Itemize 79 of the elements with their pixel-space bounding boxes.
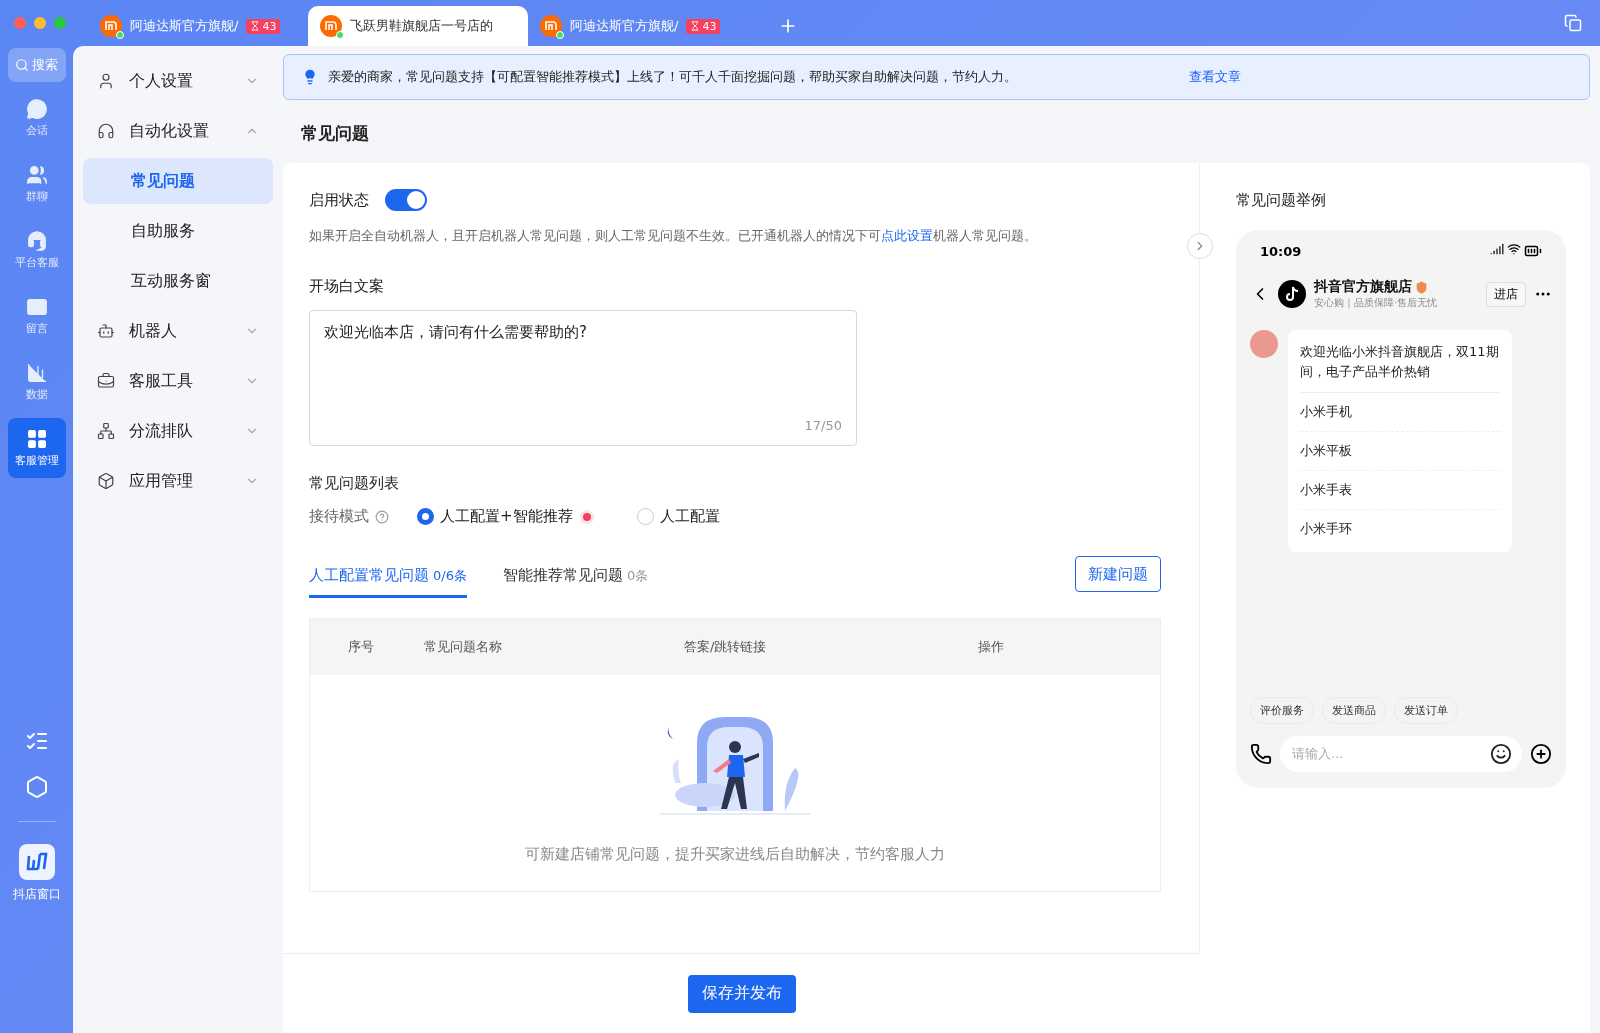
question-option[interactable]: 小米手环 [1300, 510, 1500, 548]
unread-badge: 43 [686, 18, 721, 34]
hierarchy-icon [97, 422, 115, 440]
mode-radio[interactable]: 人工配置+智能推荐 [417, 507, 591, 526]
store-name: 抖音官方旗舰店 [1314, 278, 1412, 296]
column-header: 常见问题名称 [424, 638, 503, 656]
window-icon[interactable] [1564, 14, 1582, 32]
column-header: 操作 [978, 638, 1005, 656]
app-label: 抖店窗口 [12, 886, 61, 903]
empty-text: 可新建店铺常见问题，提升买家进线后自助解决，节约客服人力 [525, 844, 945, 864]
menu-item[interactable]: 分流排队 [83, 406, 273, 456]
enable-label: 启用状态 [309, 190, 369, 210]
submenu-item[interactable]: 常见问题 [83, 158, 273, 204]
headphones-icon [97, 122, 115, 140]
question-option[interactable]: 小米手机 [1300, 393, 1500, 432]
view-article-link[interactable]: 查看文章 [1189, 68, 1241, 86]
section-title: 开场白文案 [309, 277, 385, 296]
chat-bubble-icon [25, 98, 48, 120]
menu-item[interactable]: 应用管理 [83, 456, 273, 506]
settings-link[interactable]: 点此设置 [881, 228, 933, 243]
new-question-button[interactable]: 新建问题 [1075, 556, 1161, 592]
question-option[interactable]: 小米平板 [1300, 432, 1500, 471]
shield-icon [1415, 280, 1428, 294]
menu-item[interactable]: 客服工具 [83, 356, 273, 406]
menu-item[interactable]: 自动化设置 [83, 106, 273, 156]
nav-item[interactable]: 客服管理 [7, 418, 66, 478]
page-title: 常见问题 [300, 122, 370, 145]
menu-item[interactable]: 机器人 [83, 306, 273, 356]
store-logo-icon [320, 15, 342, 37]
signal-icon [1490, 242, 1504, 256]
phone-time: 10:09 [1260, 243, 1302, 259]
app-logo-icon [18, 844, 55, 880]
mode-radio[interactable]: 人工配置 [636, 507, 720, 526]
quick-chip[interactable]: 评价服务 [1250, 697, 1314, 724]
unread-badge: 43 [246, 18, 281, 34]
char-counter: 17/50 [804, 418, 842, 433]
browser-tab[interactable]: 飞跃男鞋旗舰店一号店的 [308, 6, 528, 46]
store-subtitle: 安心购｜品质保障·售后无忧 [1314, 296, 1439, 310]
message-text: 欢迎光临小米抖音旗舰店，双11期间，电子产品半价热销 [1300, 342, 1500, 393]
quick-chip[interactable]: 发送商品 [1322, 697, 1386, 724]
menu-item[interactable]: 个人设置 [83, 56, 273, 106]
column-header: 序号 [347, 638, 375, 656]
toolbox-icon [97, 372, 115, 390]
enable-switch[interactable] [385, 189, 427, 211]
save-publish-button[interactable]: 保存并发布 [687, 974, 796, 1013]
preview-title: 常见问题举例 [1236, 191, 1327, 210]
help-icon[interactable] [375, 509, 389, 524]
emoji-icon[interactable] [1490, 743, 1512, 765]
enter-store-button[interactable]: 进店 [1486, 281, 1526, 307]
wifi-icon [1507, 242, 1521, 256]
notice-text: 亲爱的商家，常见问题支持【可配置智能推荐模式】上线了！可千人千面挖掘问题，帮助买家自助解决问题，节约人力。 [328, 68, 1018, 86]
envelope-icon [25, 296, 48, 318]
store-logo-icon [1278, 280, 1306, 308]
opening-text-field[interactable]: 欢迎光临本店，请问有什么需要帮助的? 17/50 [309, 310, 857, 446]
plus-icon[interactable] [1530, 743, 1552, 765]
grid-icon [25, 428, 48, 450]
phone-icon[interactable] [1250, 743, 1272, 765]
list-tab[interactable]: 人工配置常见问题 0/6条 [309, 566, 467, 598]
browser-tab[interactable]: 阿迪达斯官方旗舰/ 43 [528, 6, 748, 46]
mode-label: 接待模式 [309, 507, 369, 526]
cube-icon [97, 472, 115, 490]
store-logo-icon [100, 15, 122, 37]
column-header: 答案/跳转链接 [684, 638, 768, 656]
list-tab[interactable]: 智能推荐常见问题 0条 [502, 566, 649, 598]
submenu-item[interactable]: 互动服务窗 [83, 258, 273, 304]
question-option[interactable]: 小米手表 [1300, 471, 1500, 510]
people-icon [25, 164, 48, 186]
store-logo-icon [540, 15, 562, 37]
submenu-item[interactable]: 自助服务 [83, 208, 273, 254]
section-title: 常见问题列表 [309, 474, 400, 493]
lightbulb-icon [302, 69, 318, 85]
avatar [1250, 330, 1278, 358]
person-icon [97, 72, 115, 90]
browser-tab[interactable]: 阿迪达斯官方旗舰/ 43 [88, 6, 308, 46]
search-icon [15, 58, 29, 72]
hint-text: 如果开启全自动机器人，且开启机器人常见问题，则人工常见问题不生效。已开通机器人的情况下可点此设置机器人常见问题。 [309, 227, 1038, 245]
quick-chip[interactable]: 发送订单 [1394, 697, 1458, 724]
minimize-window-button[interactable] [34, 17, 46, 29]
robot-icon [97, 322, 115, 340]
